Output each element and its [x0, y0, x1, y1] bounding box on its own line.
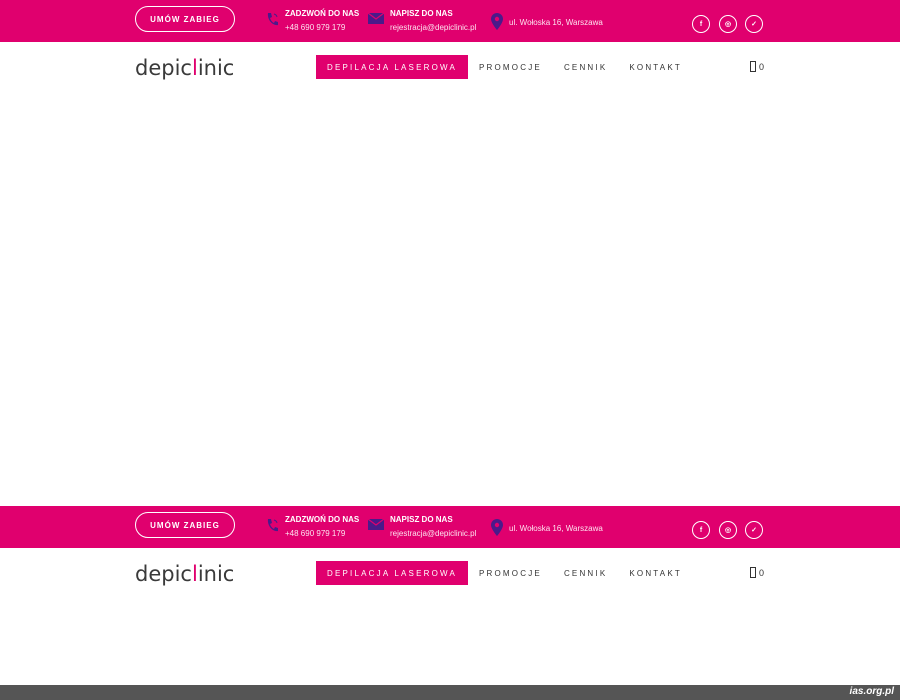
logo-text-1: depic — [135, 56, 192, 80]
cart-icon — [750, 567, 756, 578]
logo-text-2: inic — [197, 562, 235, 586]
twitter-icon[interactable]: ✓ — [745, 521, 763, 539]
logo-text-1: depic — [135, 562, 192, 586]
email-contact[interactable]: NAPISZ DO NAS rejestracja@depiclinic.pl — [368, 514, 476, 539]
site-logo[interactable]: depiclinic — [135, 56, 234, 80]
site-logo[interactable]: depiclinic — [135, 562, 234, 586]
main-navbar: depiclinic DEPILACJA LASEROWA PROMOCJE C… — [0, 42, 900, 92]
nav-item-kontakt[interactable]: KONTAKT — [618, 561, 693, 585]
email-address: rejestracja@depiclinic.pl — [390, 529, 477, 538]
nav-item-kontakt[interactable]: KONTAKT — [618, 55, 693, 79]
cart-count: 0 — [759, 61, 765, 72]
top-contact-bar: UMÓW ZABIEG ZADZWOŃ DO NAS +48 690 979 1… — [0, 506, 900, 548]
phone-contact[interactable]: ZADZWOŃ DO NAS +48 690 979 179 — [265, 514, 359, 539]
address-text: ul. Wołoska 16, Warszawa — [509, 17, 603, 27]
email-label: NAPISZ DO NAS — [390, 515, 453, 524]
cart-button[interactable]: 0 — [750, 567, 764, 578]
main-menu: DEPILACJA LASEROWA PROMOCJE CENNIK KONTA… — [316, 55, 693, 79]
site-header: UMÓW ZABIEG ZADZWOŃ DO NAS +48 690 979 1… — [0, 0, 900, 92]
book-appointment-button[interactable]: UMÓW ZABIEG — [135, 6, 235, 32]
email-address: rejestracja@depiclinic.pl — [390, 23, 477, 32]
facebook-icon[interactable]: f — [692, 521, 710, 539]
nav-item-promocje[interactable]: PROMOCJE — [468, 561, 553, 585]
logo-text-2: inic — [197, 56, 235, 80]
email-label: NAPISZ DO NAS — [390, 9, 453, 18]
phone-label: ZADZWOŃ DO NAS — [285, 9, 360, 18]
cart-button[interactable]: 0 — [750, 61, 764, 72]
nav-item-depilacja-laserowa[interactable]: DEPILACJA LASEROWA — [316, 55, 468, 79]
book-appointment-button[interactable]: UMÓW ZABIEG — [135, 512, 235, 538]
address-contact[interactable]: ul. Wołoska 16, Warszawa — [491, 519, 603, 537]
phone-number: +48 690 979 179 — [285, 23, 346, 32]
phone-icon — [265, 517, 279, 535]
top-contact-bar: UMÓW ZABIEG ZADZWOŃ DO NAS +48 690 979 1… — [0, 0, 900, 42]
phone-label: ZADZWOŃ DO NAS — [285, 515, 360, 524]
bottom-bar: ias.org.pl — [0, 685, 900, 700]
sticky-site-header: UMÓW ZABIEG ZADZWOŃ DO NAS +48 690 979 1… — [0, 506, 900, 598]
main-menu: DEPILACJA LASEROWA PROMOCJE CENNIK KONTA… — [316, 561, 693, 585]
nav-item-promocje[interactable]: PROMOCJE — [468, 55, 553, 79]
phone-contact[interactable]: ZADZWOŃ DO NAS +48 690 979 179 — [265, 8, 359, 33]
phone-icon — [265, 11, 279, 29]
twitter-icon[interactable]: ✓ — [745, 15, 763, 33]
nav-item-cennik[interactable]: CENNIK — [553, 55, 618, 79]
address-contact[interactable]: ul. Wołoska 16, Warszawa — [491, 13, 603, 31]
address-text: ul. Wołoska 16, Warszawa — [509, 523, 603, 533]
cart-icon — [750, 61, 756, 72]
nav-item-depilacja-laserowa[interactable]: DEPILACJA LASEROWA — [316, 561, 468, 585]
email-contact[interactable]: NAPISZ DO NAS rejestracja@depiclinic.pl — [368, 8, 476, 33]
instagram-icon[interactable]: ◎ — [719, 521, 737, 539]
phone-number: +48 690 979 179 — [285, 529, 346, 538]
nav-item-cennik[interactable]: CENNIK — [553, 561, 618, 585]
envelope-icon — [368, 517, 384, 535]
map-pin-icon — [491, 519, 503, 537]
main-navbar: depiclinic DEPILACJA LASEROWA PROMOCJE C… — [0, 548, 900, 598]
facebook-icon[interactable]: f — [692, 15, 710, 33]
instagram-icon[interactable]: ◎ — [719, 15, 737, 33]
map-pin-icon — [491, 13, 503, 31]
cart-count: 0 — [759, 567, 765, 578]
envelope-icon — [368, 11, 384, 29]
watermark: ias.org.pl — [849, 686, 894, 697]
